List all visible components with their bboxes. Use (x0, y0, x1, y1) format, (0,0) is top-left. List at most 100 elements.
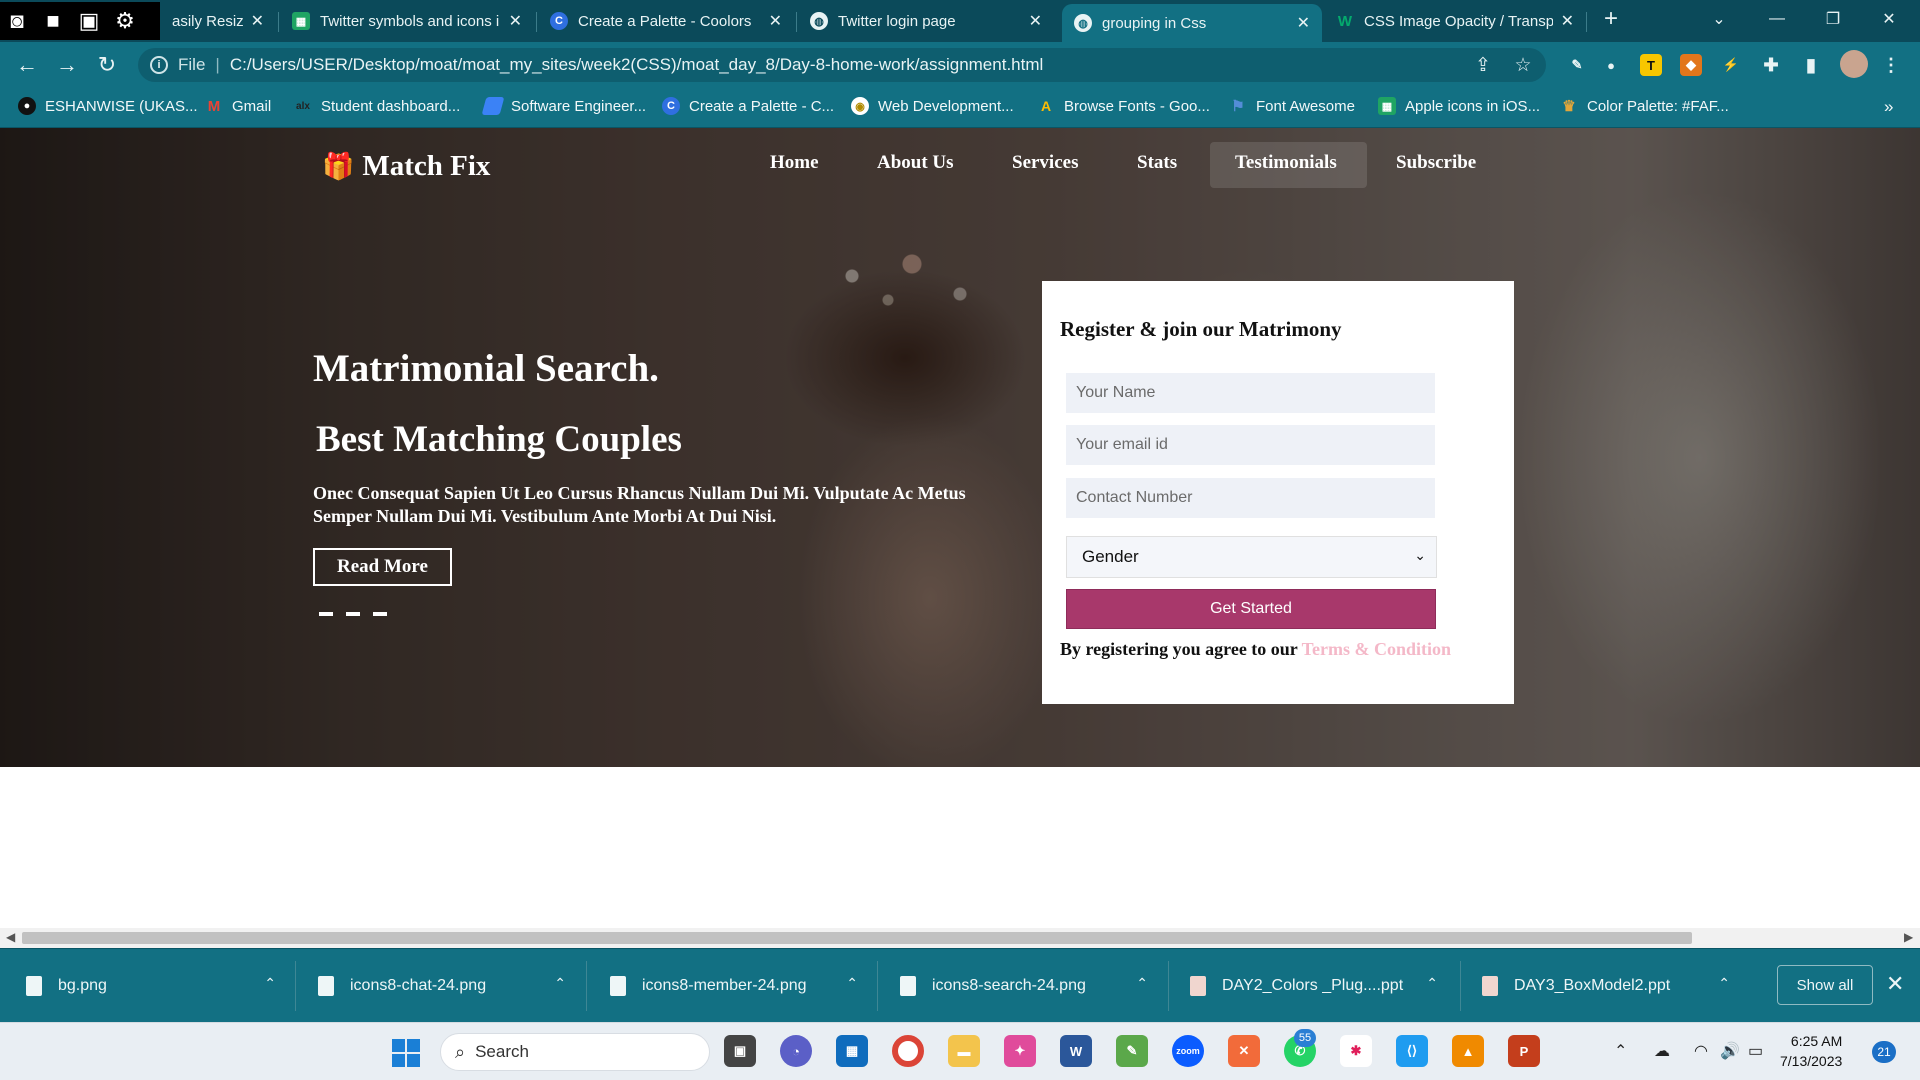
menu-icon[interactable]: ⋮ (1880, 54, 1902, 76)
volume-icon[interactable]: 🔊 (1720, 1041, 1740, 1061)
chrome-icon[interactable] (892, 1035, 924, 1067)
nav-about-us[interactable]: About Us (877, 152, 954, 174)
video-icon[interactable]: ■ (40, 8, 66, 34)
file-explorer-icon[interactable]: ▬ (948, 1035, 980, 1067)
close-icon[interactable]: ✕ (509, 11, 522, 31)
bookmark-coolors[interactable]: C Create a Palette - C... (662, 97, 834, 115)
horizontal-scrollbar[interactable]: ◀ ▶ (0, 928, 1920, 948)
nav-testimonials[interactable]: Testimonials (1235, 152, 1337, 174)
download-item[interactable]: icons8-member-24.png ⌃ (610, 949, 858, 1023)
scrollbar-thumb[interactable] (22, 932, 1692, 944)
t-extension-icon[interactable]: T (1640, 54, 1662, 76)
email-input[interactable] (1066, 425, 1435, 465)
camera-icon[interactable]: ◙ (4, 8, 30, 34)
nav-services[interactable]: Services (1012, 152, 1078, 174)
chevron-up-icon[interactable]: ⌃ (554, 975, 566, 992)
close-icon[interactable]: ✕ (1297, 13, 1310, 33)
contact-number-input[interactable] (1066, 478, 1435, 518)
read-more-button[interactable]: Read More (313, 548, 452, 586)
reload-icon[interactable]: ↻ (92, 50, 122, 80)
bookmark-font-awesome[interactable]: ⚑ Font Awesome (1229, 97, 1355, 116)
photos-icon[interactable]: ✦ (1004, 1035, 1036, 1067)
tab-css-image-opacity[interactable]: W CSS Image Opacity / Transp ✕ (1324, 4, 1586, 38)
slack-icon[interactable]: ✱ (1340, 1035, 1372, 1067)
tab-twitter-symbols[interactable]: ▦ Twitter symbols and icons i ✕ (280, 4, 534, 38)
terms-link[interactable]: Terms & Condition (1302, 639, 1451, 659)
get-started-button[interactable]: Get Started (1066, 589, 1436, 629)
download-item[interactable]: icons8-search-24.png ⌃ (900, 949, 1148, 1023)
wifi-icon[interactable]: ◠ (1694, 1041, 1708, 1061)
close-icon[interactable]: ✕ (769, 11, 782, 31)
show-all-button[interactable]: Show all (1777, 965, 1873, 1005)
chevron-up-icon[interactable]: ⌃ (264, 975, 276, 992)
close-icon[interactable]: ✕ (1561, 11, 1574, 31)
tab-coolors[interactable]: C Create a Palette - Coolors ✕ (538, 4, 794, 38)
word-icon[interactable]: W (1060, 1035, 1092, 1067)
url-text[interactable]: C:/Users/USER/Desktop/moat/moat_my_sites… (230, 55, 1043, 75)
window-icon[interactable]: ▣ (76, 8, 102, 34)
nav-subscribe[interactable]: Subscribe (1396, 152, 1476, 174)
xampp-icon[interactable]: ✕ (1228, 1035, 1260, 1067)
chevron-up-icon[interactable]: ⌃ (1718, 975, 1730, 992)
close-window-button[interactable]: ✕ (1866, 0, 1912, 38)
star-icon[interactable]: ☆ (1508, 50, 1538, 80)
slider-dot[interactable] (319, 612, 333, 616)
taskbar-search[interactable]: ⌕ Search (440, 1033, 710, 1071)
download-item[interactable]: DAY2_Colors _Plug....ppt ⌃ (1190, 949, 1438, 1023)
share-icon[interactable]: ⇪ (1468, 50, 1498, 80)
slider-indicators[interactable] (319, 612, 387, 616)
tab-search-chevron-icon[interactable]: ⌄ (1696, 0, 1742, 38)
task-view-icon[interactable]: ▣ (724, 1035, 756, 1067)
chevron-up-icon[interactable]: ⌃ (1136, 975, 1148, 992)
bookmark-web-development[interactable]: ◉ Web Development... (851, 97, 1014, 115)
chevron-up-icon[interactable]: ⌃ (1614, 1041, 1627, 1061)
bookmark-eshanwise[interactable]: ● ESHANWISE (UKAS... (18, 97, 198, 115)
tab-easily-resize[interactable]: asily Resize ✕ (160, 4, 276, 38)
address-bar[interactable]: i File | C:/Users/USER/Desktop/moat/moat… (138, 48, 1546, 82)
powerpoint-icon[interactable]: P (1508, 1035, 1540, 1067)
scroll-right-icon[interactable]: ▶ (1904, 930, 1913, 944)
chevron-up-icon[interactable]: ⌃ (846, 975, 858, 992)
pen-extension-icon[interactable]: ✎ (1566, 54, 1588, 76)
purple-extension-icon[interactable]: ⚡ (1720, 54, 1742, 76)
zoom-icon[interactable]: zoom (1172, 1035, 1204, 1067)
bookmarks-overflow-button[interactable]: » (1884, 97, 1893, 117)
new-tab-button[interactable]: + (1588, 0, 1634, 38)
download-item[interactable]: icons8-chat-24.png ⌃ (318, 949, 566, 1023)
metamask-icon[interactable]: ◆ (1680, 54, 1702, 76)
vlc-icon[interactable]: ▲ (1452, 1035, 1484, 1067)
close-icon[interactable]: ✕ (1029, 11, 1042, 31)
vscode-icon[interactable]: ⟨⟩ (1396, 1035, 1428, 1067)
minimize-button[interactable]: — (1754, 0, 1800, 38)
nav-home[interactable]: Home (770, 152, 819, 174)
scroll-left-icon[interactable]: ◀ (6, 930, 15, 944)
bookmark-gmail[interactable]: M Gmail (205, 97, 271, 115)
restore-button[interactable]: ❐ (1810, 0, 1856, 38)
download-item[interactable]: DAY3_BoxModel2.ppt ⌃ (1482, 949, 1730, 1023)
puzzle-icon[interactable]: ✚ (1760, 54, 1782, 76)
sidepanel-icon[interactable]: ▮ (1800, 54, 1822, 76)
store-icon[interactable]: ▦ (836, 1035, 868, 1067)
onedrive-icon[interactable]: ☁ (1654, 1041, 1670, 1061)
download-item[interactable]: bg.png ⌃ (26, 949, 276, 1023)
tab-grouping-in-css[interactable]: ◍ grouping in Css ✕ (1062, 4, 1322, 42)
gear-icon[interactable]: ⚙ (112, 8, 138, 34)
battery-icon[interactable]: ▭ (1748, 1041, 1763, 1061)
slider-dot[interactable] (346, 612, 360, 616)
site-logo[interactable]: 🎁 Match Fix (322, 150, 490, 183)
bookmark-student-dashboard[interactable]: alx Student dashboard... (294, 97, 460, 115)
close-icon[interactable]: ✕ (251, 11, 264, 31)
back-icon[interactable]: ← (12, 50, 42, 80)
name-input[interactable] (1066, 373, 1435, 413)
bookmark-apple-icons[interactable]: ▦ Apple icons in iOS... (1378, 97, 1540, 115)
close-icon[interactable]: ✕ (1886, 971, 1904, 997)
info-icon[interactable]: i (150, 56, 168, 74)
notification-badge[interactable]: 21 (1872, 1041, 1896, 1063)
taskbar-clock[interactable]: 6:25 AM 7/13/2023 (1780, 1031, 1842, 1071)
slider-dot[interactable] (373, 612, 387, 616)
bookmark-google-fonts[interactable]: A Browse Fonts - Goo... (1037, 97, 1210, 115)
chevron-up-icon[interactable]: ⌃ (1426, 975, 1438, 992)
avatar[interactable] (1840, 50, 1868, 78)
tab-twitter-login[interactable]: ◍ Twitter login page ✕ (798, 4, 1054, 38)
forward-icon[interactable]: → (52, 50, 82, 80)
